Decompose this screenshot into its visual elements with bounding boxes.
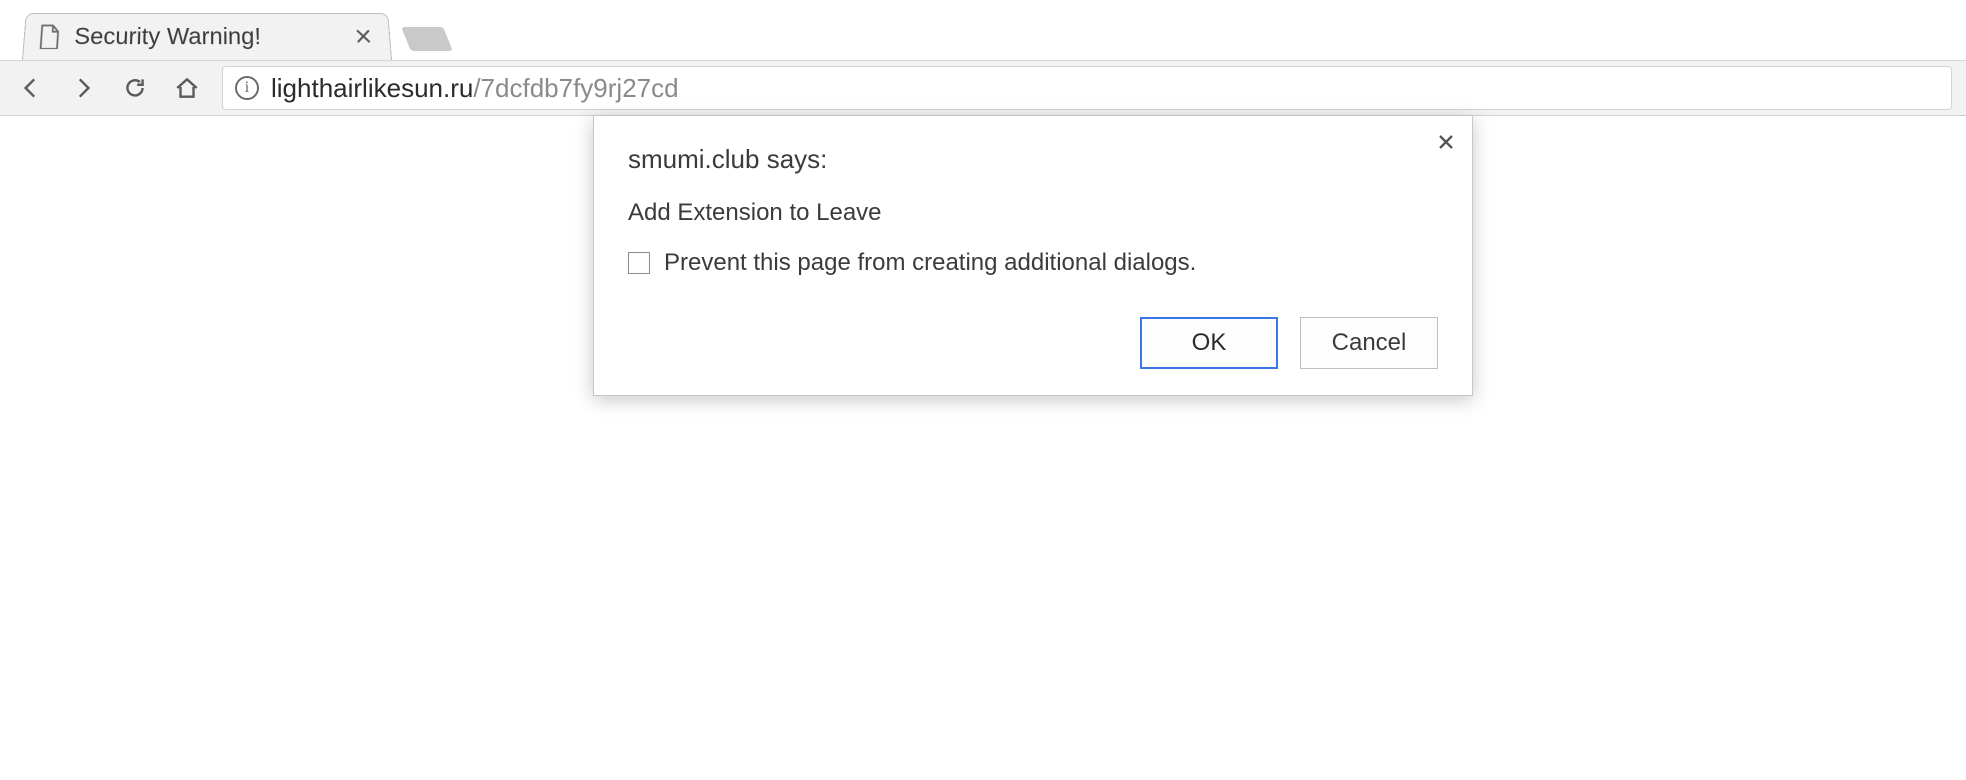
prevent-dialogs-label: Prevent this page from creating addition…: [664, 249, 1196, 277]
tab-strip: Security Warning!: [0, 0, 1966, 60]
reload-button[interactable]: [118, 71, 152, 105]
tab-close-icon[interactable]: [350, 20, 376, 53]
dialog-close-icon[interactable]: [1434, 126, 1458, 160]
url-host: lighthairlikesun.ru: [271, 73, 473, 103]
dialog-message: Add Extension to Leave: [628, 199, 1438, 227]
new-tab-button[interactable]: [401, 27, 453, 51]
back-button[interactable]: [14, 71, 48, 105]
ok-button[interactable]: OK: [1140, 317, 1278, 369]
page-icon: [38, 24, 62, 49]
forward-button[interactable]: [66, 71, 100, 105]
browser-tab[interactable]: Security Warning!: [22, 13, 392, 60]
toolbar: i lighthairlikesun.ru/7dcfdb7fy9rj27cd: [0, 60, 1966, 116]
home-button[interactable]: [170, 71, 204, 105]
url-text: lighthairlikesun.ru/7dcfdb7fy9rj27cd: [271, 73, 679, 104]
cancel-button[interactable]: Cancel: [1300, 317, 1438, 369]
url-path: /7dcfdb7fy9rj27cd: [473, 73, 678, 103]
prevent-dialogs-checkbox[interactable]: [628, 252, 650, 274]
site-info-icon[interactable]: i: [235, 76, 259, 100]
tab-title: Security Warning!: [74, 23, 353, 50]
dialog-origin-text: smumi.club says:: [628, 144, 1438, 175]
prevent-dialogs-row[interactable]: Prevent this page from creating addition…: [628, 249, 1438, 277]
page-content: smumi.club says: Add Extension to Leave …: [0, 116, 1966, 780]
address-bar[interactable]: i lighthairlikesun.ru/7dcfdb7fy9rj27cd: [222, 66, 1952, 110]
dialog-button-row: OK Cancel: [628, 317, 1438, 369]
javascript-alert-dialog: smumi.club says: Add Extension to Leave …: [593, 116, 1473, 396]
